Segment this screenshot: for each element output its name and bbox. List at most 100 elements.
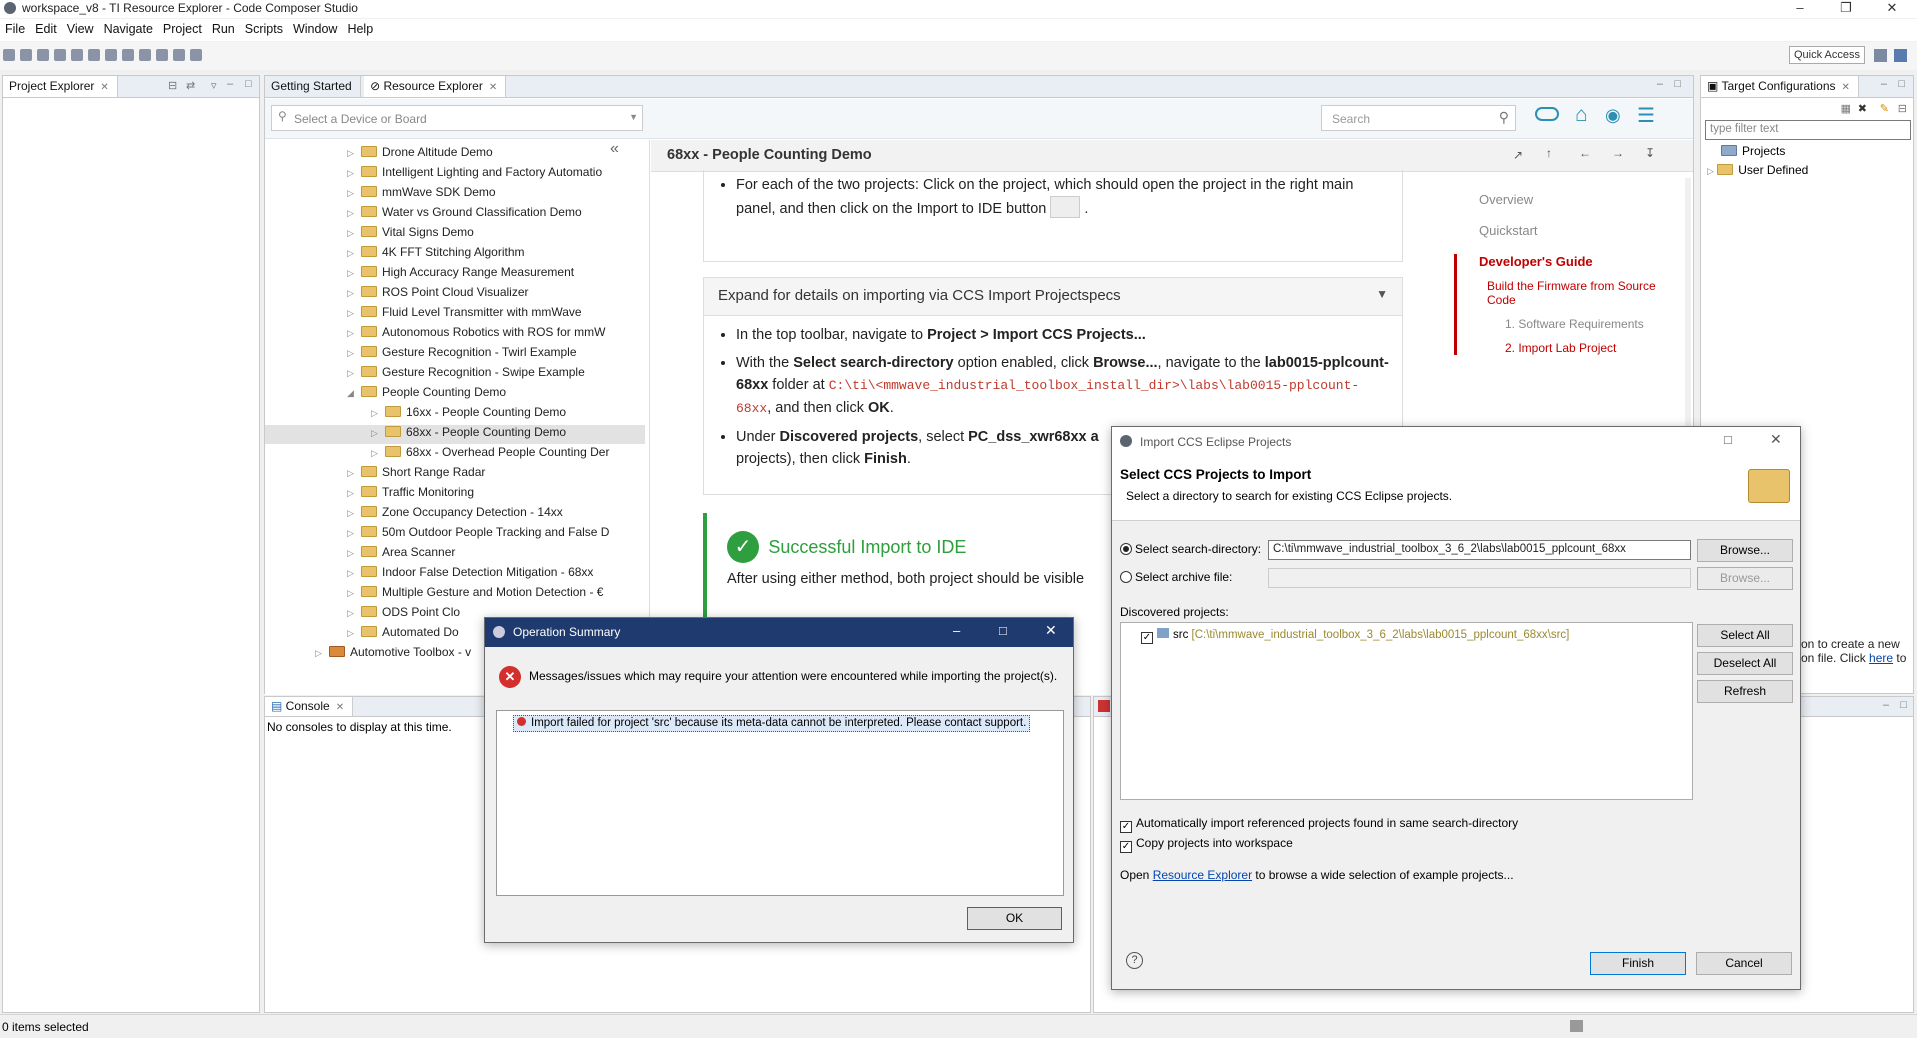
help-icon[interactable]: ? xyxy=(1126,952,1143,969)
chevron-right-icon[interactable]: ▷ xyxy=(347,608,361,619)
cancel-button[interactable]: Cancel xyxy=(1696,952,1792,975)
minimize-icon[interactable]: – xyxy=(1657,78,1663,90)
toc-import[interactable]: 2. Import Lab Project xyxy=(1479,341,1684,355)
close-icon[interactable]: ✕ xyxy=(1770,431,1782,448)
toc-quickstart[interactable]: Quickstart xyxy=(1454,223,1684,238)
save-icon[interactable] xyxy=(20,49,32,61)
auto-import-checkbox[interactable]: ✓ Automatically import referenced project… xyxy=(1120,816,1518,833)
chevron-right-icon[interactable]: ▷ xyxy=(347,348,361,359)
chevron-right-icon[interactable]: ▷ xyxy=(371,448,385,459)
status-icon[interactable] xyxy=(1570,1020,1583,1032)
tree-item[interactable]: ▷ 68xx - People Counting Demo xyxy=(265,425,645,444)
chevron-right-icon[interactable]: ▷ xyxy=(347,528,361,539)
chevron-right-icon[interactable]: ▷ xyxy=(347,248,361,259)
hint-link[interactable]: here xyxy=(1869,651,1893,665)
chevron-right-icon[interactable]: ▷ xyxy=(1707,166,1714,176)
chevron-right-icon[interactable]: ▷ xyxy=(347,588,361,599)
tree-item[interactable]: ▷ Gesture Recognition - Twirl Example xyxy=(265,345,645,364)
debug-icon[interactable] xyxy=(88,49,100,61)
quick-access-button[interactable]: Quick Access xyxy=(1788,46,1865,64)
ccs-perspective-icon[interactable] xyxy=(1894,49,1907,62)
search-directory-field[interactable]: C:\ti\mmwave_industrial_toolbox_3_6_2\la… xyxy=(1268,540,1691,560)
chevron-right-icon[interactable]: ▷ xyxy=(347,508,361,519)
menu-run[interactable]: Run xyxy=(207,19,240,36)
tree-item[interactable]: ▷ 68xx - Overhead People Counting Der xyxy=(265,445,645,464)
tree-item[interactable]: ▷ Gesture Recognition - Swipe Example xyxy=(265,365,645,384)
browse-directory-button[interactable]: Browse... xyxy=(1697,539,1793,562)
eye-icon[interactable]: ◉ xyxy=(1605,105,1621,126)
deselect-all-button[interactable]: Deselect All xyxy=(1697,652,1793,675)
filter-input[interactable]: type filter text xyxy=(1705,120,1911,140)
tree-item[interactable]: ▷ 16xx - People Counting Demo xyxy=(265,405,645,424)
chevron-right-icon[interactable]: ▷ xyxy=(347,568,361,579)
build-icon[interactable] xyxy=(71,49,83,61)
toc-requirements[interactable]: 1. Software Requirements xyxy=(1479,317,1684,331)
tab-target-config[interactable]: ▣ Target Configurations ✕ xyxy=(1701,76,1859,97)
collapse-all-icon[interactable]: ⊟ xyxy=(1898,102,1907,115)
chevron-right-icon[interactable]: ▷ xyxy=(347,208,361,219)
tab-resource-explorer[interactable]: ⊘ Resource Explorer ✕ xyxy=(364,76,507,97)
tree-item[interactable]: ▷ mmWave SDK Demo xyxy=(265,185,645,204)
ok-button[interactable]: OK xyxy=(967,907,1062,930)
tree-item-projects[interactable]: Projects xyxy=(1721,144,1785,158)
minimize-icon[interactable]: – xyxy=(1777,0,1823,18)
chevron-right-icon[interactable]: ▷ xyxy=(371,408,385,419)
restore-icon[interactable]: ❐ xyxy=(1823,0,1869,18)
tree-item[interactable]: ▷ Indoor False Detection Mitigation - 68x… xyxy=(265,565,645,584)
toc-dev-guide[interactable]: Developer's Guide xyxy=(1479,254,1684,269)
close-icon[interactable]: ✕ xyxy=(336,702,344,713)
expand-header[interactable]: Expand for details on importing via CCS … xyxy=(704,278,1402,316)
maximize-icon[interactable]: □ xyxy=(1898,78,1905,90)
search-icon[interactable] xyxy=(122,49,134,61)
download-icon[interactable]: ↧ xyxy=(1645,146,1655,160)
checkbox-checked-icon[interactable]: ✓ xyxy=(1141,632,1153,644)
tree-item[interactable]: ▷ Multiple Gesture and Motion Detection -… xyxy=(265,585,645,604)
hamburger-menu-icon[interactable]: ☰ xyxy=(1637,103,1655,128)
home-icon[interactable]: ⌂ xyxy=(1575,103,1588,127)
close-icon[interactable]: ✕ xyxy=(100,82,108,93)
maximize-icon[interactable]: □ xyxy=(999,623,1007,638)
up-icon[interactable]: ↑ xyxy=(1546,146,1552,160)
share-icon[interactable]: ↗ xyxy=(1513,148,1523,162)
tree-item[interactable]: ▷ Drone Altitude Demo xyxy=(265,145,645,164)
select-all-button[interactable]: Select All xyxy=(1697,624,1793,647)
menu-view[interactable]: View xyxy=(62,19,99,36)
link-icon[interactable]: ⇄ xyxy=(186,79,195,92)
cloud-icon[interactable] xyxy=(1535,107,1559,121)
menu-help[interactable]: Help xyxy=(342,19,378,36)
device-select[interactable]: ⚲ Select a Device or Board ▼ xyxy=(271,105,643,131)
chevron-right-icon[interactable]: ▷ xyxy=(347,168,361,179)
toc-overview[interactable]: Overview xyxy=(1454,192,1684,207)
edit-icon[interactable]: ✎ xyxy=(1880,102,1889,115)
tree-item[interactable]: ▷ Fluid Level Transmitter with mmWave xyxy=(265,305,645,324)
tree-item[interactable]: ▷ Vital Signs Demo xyxy=(265,225,645,244)
chevron-right-icon[interactable]: ▷ xyxy=(347,368,361,379)
maximize-icon[interactable]: □ xyxy=(1724,432,1732,447)
menu-window[interactable]: Window xyxy=(288,19,342,36)
chevron-right-icon[interactable]: ▷ xyxy=(347,288,361,299)
chevron-down-icon[interactable]: ◢ xyxy=(347,388,361,399)
toc-build[interactable]: Build the Firmware from Source Code xyxy=(1479,279,1684,307)
chevron-right-icon[interactable]: ▷ xyxy=(347,228,361,239)
maximize-icon[interactable]: □ xyxy=(1674,78,1681,90)
back-icon[interactable] xyxy=(173,49,185,61)
tree-item-user-defined[interactable]: ▷ User Defined xyxy=(1707,163,1808,177)
chevron-down-icon[interactable]: ▼ xyxy=(629,112,638,122)
pin-icon[interactable] xyxy=(156,49,168,61)
add-icon[interactable]: ▦ xyxy=(1841,102,1851,115)
tree-item[interactable]: ▷ Intelligent Lighting and Factory Automa… xyxy=(265,165,645,184)
collapse-all-icon[interactable]: ⊟ xyxy=(168,79,177,92)
arrow-left-icon[interactable]: ← xyxy=(1579,146,1591,160)
new-icon[interactable] xyxy=(3,49,15,61)
minimize-icon[interactable]: – xyxy=(227,78,233,90)
problems-icon[interactable] xyxy=(1098,700,1110,712)
copy-projects-checkbox[interactable]: ✓ Copy projects into workspace xyxy=(1120,836,1293,853)
tree-item[interactable]: ▷ High Accuracy Range Measurement xyxy=(265,265,645,284)
list-item[interactable]: ✓ src [C:\ti\mmwave_industrial_toolbox_3_… xyxy=(1141,628,1569,644)
tree-item[interactable]: ▷ Traffic Monitoring xyxy=(265,485,645,504)
tab-getting-started[interactable]: Getting Started xyxy=(265,76,361,97)
tree-item[interactable]: ▷ ROS Point Cloud Visualizer xyxy=(265,285,645,304)
tools-icon[interactable] xyxy=(105,49,117,61)
minimize-icon[interactable]: – xyxy=(1883,699,1889,711)
maximize-icon[interactable]: □ xyxy=(245,78,252,90)
